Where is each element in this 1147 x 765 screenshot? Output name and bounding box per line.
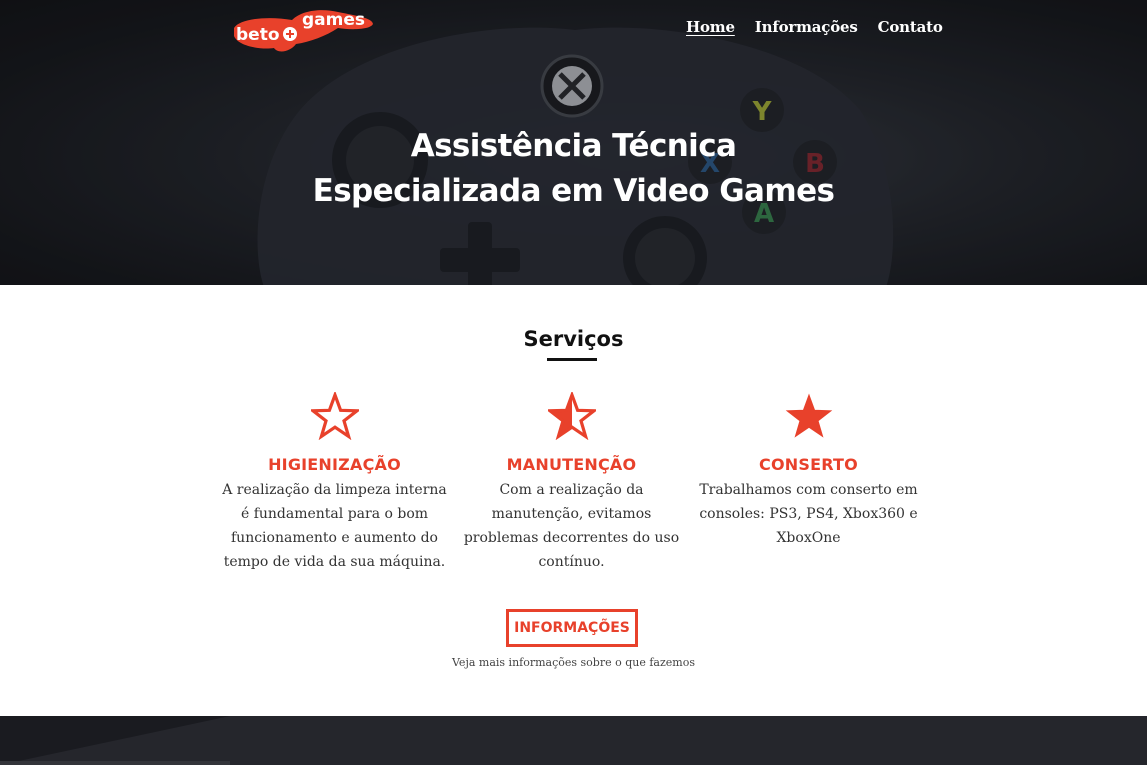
top-navbar: beto games Home Informações Contato	[0, 0, 1147, 60]
service-card-higienizacao: HIGIENIZAÇÃO A realização da limpeza int…	[222, 392, 447, 574]
service-card-conserto: CONSERTO Trabalhamos com conserto em con…	[696, 392, 921, 550]
star-half-icon	[547, 392, 596, 440]
beto-games-logo[interactable]: beto games	[230, 6, 375, 54]
nav-contato-link[interactable]: Contato	[878, 18, 943, 36]
decorative-line	[0, 761, 230, 765]
hero-title-line-2: Especializada em Video Games	[312, 173, 835, 209]
service-card-manutencao: MANUTENÇÃO Com a realização da manutençã…	[459, 392, 684, 574]
service-description: Com a realização da manutenção, evitamos…	[463, 482, 680, 570]
service-title: MANUTENÇÃO	[506, 455, 637, 474]
service-title: HIGIENIZAÇÃO	[268, 455, 401, 474]
heading-underline	[547, 358, 597, 361]
informacoes-button[interactable]: INFORMAÇÕES	[506, 609, 638, 647]
nav-home-link[interactable]: Home	[686, 18, 735, 36]
decorative-shape	[0, 716, 230, 765]
main-nav: Home Informações Contato	[686, 18, 943, 36]
logo-text-games: games	[302, 10, 365, 30]
hero-title: Assistência Técnica Especializada em Vid…	[0, 124, 1147, 214]
service-description: A realização da limpeza interna é fundam…	[222, 482, 447, 570]
service-title: CONSERTO	[759, 455, 858, 474]
hero-banner: Y B X A beto games Home Informações Cont…	[0, 0, 1147, 285]
services-heading: Serviços	[523, 327, 624, 351]
service-description: Trabalhamos com conserto em consoles: PS…	[699, 482, 918, 546]
hero-title-line-1: Assistência Técnica	[410, 128, 737, 164]
logo-text-beto: beto	[236, 25, 280, 45]
star-filled-icon	[785, 393, 832, 438]
informacoes-caption: Veja mais informações sobre o que fazemo…	[452, 656, 695, 669]
star-outline-icon	[310, 392, 359, 440]
nav-informacoes-link[interactable]: Informações	[755, 18, 858, 36]
dark-section-start	[0, 716, 1147, 765]
